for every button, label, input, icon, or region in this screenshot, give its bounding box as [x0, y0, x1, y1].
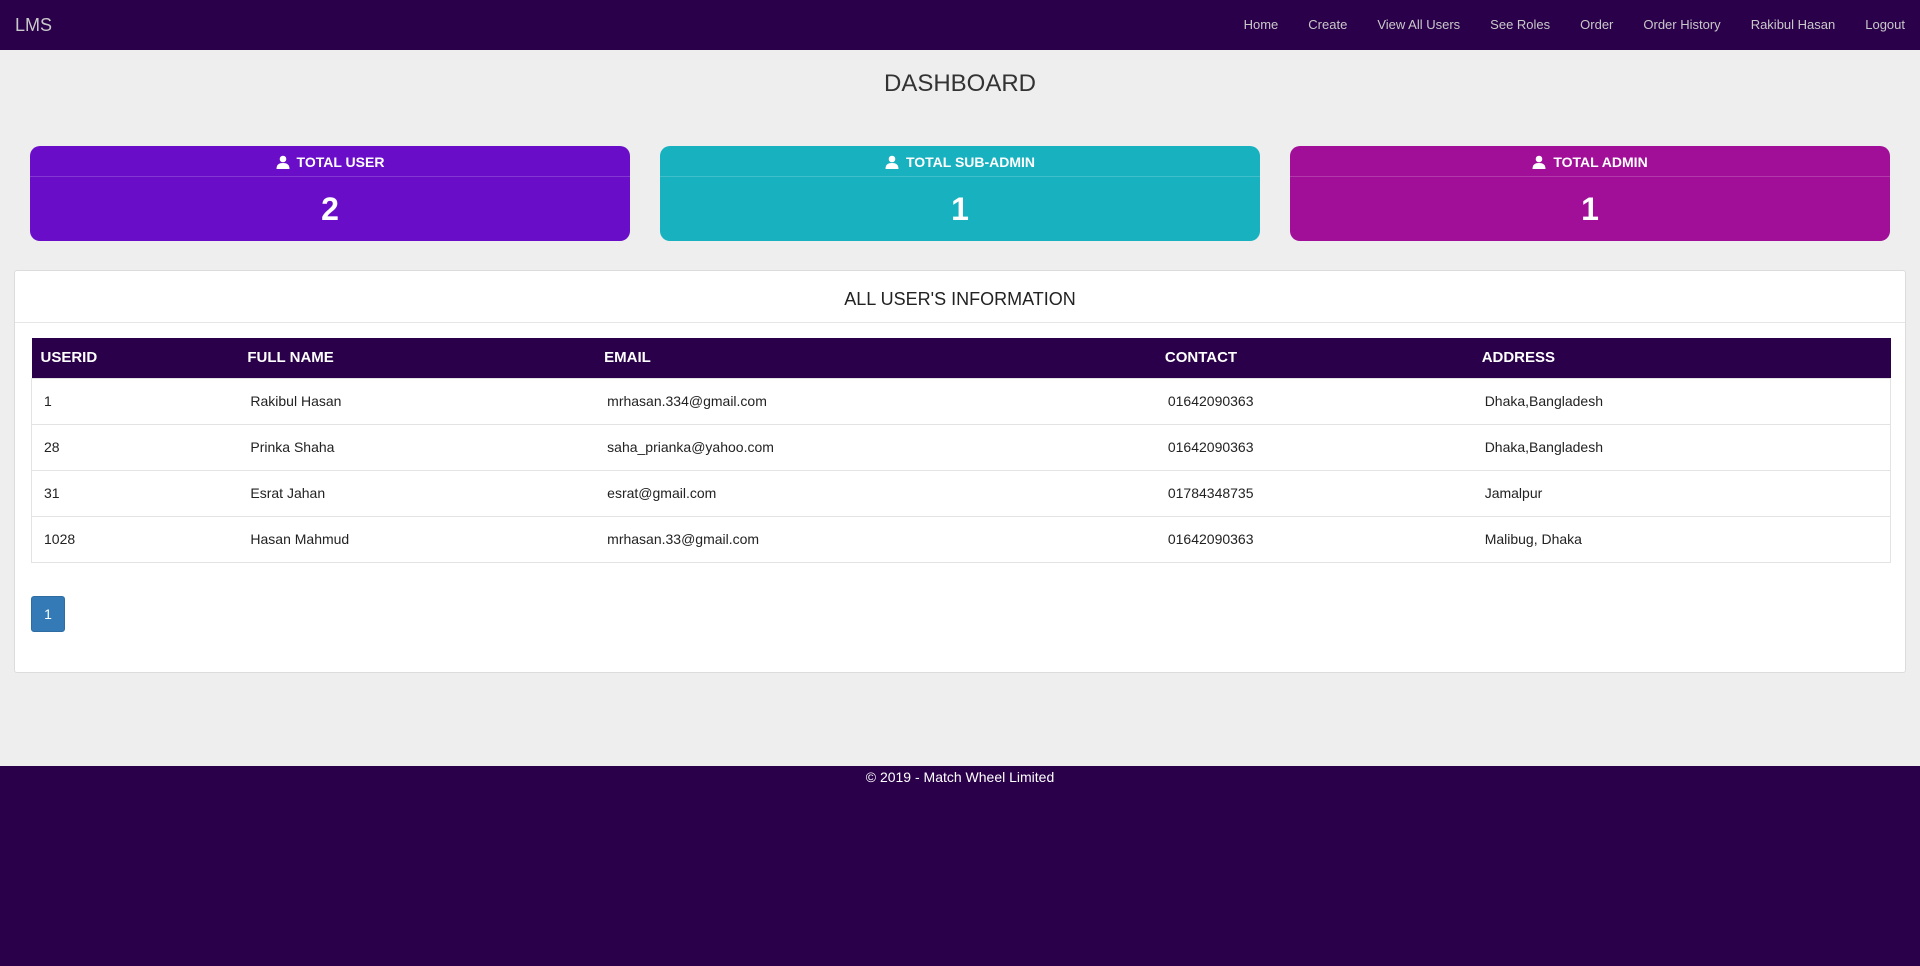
cell-full-name: Prinka Shaha [238, 423, 596, 470]
user-icon [276, 155, 290, 169]
footer-copyright: © 2019 - Match Wheel Limited [865, 769, 1055, 785]
nav-item-view-all-users[interactable]: View All Users [1362, 0, 1475, 50]
cell-address: Dhaka,Bangladesh [1472, 377, 1891, 424]
cell-contact: 01642090363 [1155, 423, 1473, 470]
pagination-page-button[interactable]: 1 [31, 596, 65, 632]
cell-full-name: Esrat Jahan [238, 469, 596, 516]
stat-label: TOTAL SUB-ADMIN [905, 154, 1036, 170]
nav-item-logout[interactable]: Logout [1850, 0, 1920, 50]
stat-card-total-sub-admin: TOTAL SUB-ADMIN 1 [660, 146, 1260, 241]
nav-item-order-history[interactable]: Order History [1628, 0, 1735, 50]
stat-value: 1 [1581, 191, 1599, 227]
users-panel: ALL USER'S INFORMATION USERID FULL NAME … [14, 270, 1906, 673]
table-row: 1028 Hasan Mahmud mrhasan.33@gmail.com 0… [31, 515, 1891, 563]
stat-value: 1 [951, 191, 969, 227]
column-header-userid: USERID [31, 338, 239, 378]
nav-item-see-roles[interactable]: See Roles [1475, 0, 1565, 50]
stat-label: TOTAL USER [296, 154, 385, 170]
users-table: USERID FULL NAME EMAIL CONTACT ADDRESS 1… [31, 338, 1891, 563]
page-title: DASHBOARD [883, 70, 1037, 97]
user-icon [1532, 155, 1546, 169]
brand-link[interactable]: LMS [15, 0, 52, 50]
cell-address: Jamalpur [1472, 469, 1891, 516]
user-icon [885, 155, 899, 169]
table-row: 1 Rakibul Hasan mrhasan.334@gmail.com 01… [31, 377, 1891, 424]
nav-menu: Home Create View All Users See Roles Ord… [1229, 0, 1920, 50]
panel-title: ALL USER'S INFORMATION [15, 271, 1905, 323]
cell-contact: 01784348735 [1155, 469, 1473, 516]
column-header-email: EMAIL [595, 338, 1156, 378]
column-header-contact: CONTACT [1155, 338, 1473, 378]
cell-full-name: Rakibul Hasan [238, 377, 596, 424]
cell-userid: 1028 [31, 515, 239, 563]
footer: © 2019 - Match Wheel Limited [0, 766, 1920, 966]
cell-email: saha_prianka@yahoo.com [595, 423, 1156, 470]
table-header-row: USERID FULL NAME EMAIL CONTACT ADDRESS [31, 338, 1891, 378]
nav-item-create[interactable]: Create [1293, 0, 1362, 50]
top-navbar: LMS Home Create View All Users See Roles… [0, 0, 1920, 50]
cell-userid: 1 [31, 377, 239, 424]
stat-value: 2 [321, 191, 339, 227]
nav-item-home[interactable]: Home [1229, 0, 1294, 50]
table-row: 28 Prinka Shaha saha_prianka@yahoo.com 0… [31, 423, 1891, 470]
stat-card-total-user: TOTAL USER 2 [30, 146, 630, 241]
cell-full-name: Hasan Mahmud [238, 515, 596, 563]
stat-card-total-admin: TOTAL ADMIN 1 [1290, 146, 1890, 241]
nav-item-user-profile[interactable]: Rakibul Hasan [1736, 0, 1851, 50]
nav-item-order[interactable]: Order [1565, 0, 1628, 50]
column-header-full-name: FULL NAME [238, 338, 596, 378]
cell-userid: 31 [31, 469, 239, 516]
cell-userid: 28 [31, 423, 239, 470]
cell-contact: 01642090363 [1155, 515, 1473, 563]
column-header-address: ADDRESS [1472, 338, 1891, 378]
cell-email: esrat@gmail.com [595, 469, 1156, 516]
cell-email: mrhasan.33@gmail.com [595, 515, 1156, 563]
table-row: 31 Esrat Jahan esrat@gmail.com 017843487… [31, 469, 1891, 516]
stat-label: TOTAL ADMIN [1553, 154, 1648, 170]
cell-address: Dhaka,Bangladesh [1472, 423, 1891, 470]
cell-address: Malibug, Dhaka [1472, 515, 1891, 563]
cell-email: mrhasan.334@gmail.com [595, 377, 1156, 424]
cell-contact: 01642090363 [1155, 377, 1473, 424]
